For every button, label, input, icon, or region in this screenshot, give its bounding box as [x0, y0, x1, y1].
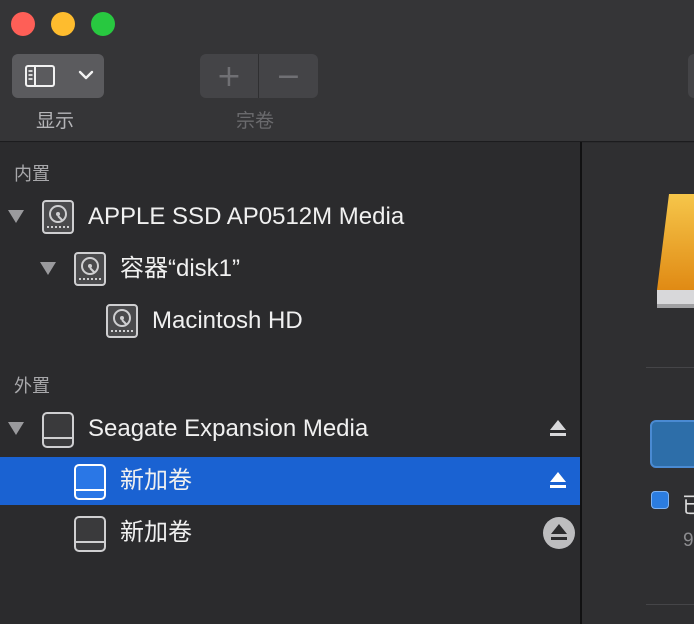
sidebar-item-label: APPLE SSD AP0512M Media: [88, 203, 405, 230]
sidebar-item-seagate[interactable]: Seagate Expansion Media: [0, 405, 580, 453]
minus-icon: −: [275, 58, 302, 94]
volume-label: 宗卷: [236, 110, 275, 132]
disclosure-triangle-icon[interactable]: [8, 210, 24, 223]
chevron-down-icon: [78, 70, 94, 80]
minimize-window-button[interactable]: [51, 12, 75, 36]
close-window-button[interactable]: [11, 12, 35, 36]
volume-segmented-control: + −: [200, 54, 318, 98]
add-volume-button[interactable]: +: [200, 54, 259, 98]
disclosure-triangle-icon[interactable]: [8, 422, 24, 435]
used-legend-value: 9: [683, 530, 694, 551]
sidebar-item-label: 新加卷: [120, 519, 192, 546]
internal-disk-icon: [74, 252, 106, 286]
eject-icon[interactable]: [548, 470, 568, 490]
external-disk-icon: [42, 412, 74, 448]
eject-circle-icon[interactable]: [542, 516, 576, 550]
internal-disk-icon: [106, 304, 138, 338]
sidebar-item-label: Seagate Expansion Media: [88, 415, 369, 442]
sidebar-item-label: 新加卷: [120, 467, 192, 494]
toolbar: 显示 + − 宗卷: [0, 0, 694, 142]
internal-section-header: 内置: [14, 164, 50, 185]
sidebar-item-label: 容器“disk1”: [120, 255, 241, 282]
external-section-header: 外置: [14, 376, 50, 397]
separator: [646, 367, 694, 368]
zoom-window-button[interactable]: [91, 12, 115, 36]
sidebar-item-label: Macintosh HD: [152, 307, 303, 334]
sidebar-item-volume-selected[interactable]: 新加卷: [0, 457, 580, 505]
display-label: 显示: [36, 110, 75, 132]
usage-bar: [650, 420, 694, 468]
used-legend-label: 已: [682, 493, 694, 518]
toolbar-button-partial[interactable]: [688, 54, 694, 98]
sidebar-icon: [25, 65, 55, 87]
sidebar-item-container-disk1[interactable]: 容器“disk1”: [0, 245, 580, 293]
external-disk-icon: [74, 516, 106, 552]
sidebar-item-macintosh-hd[interactable]: Macintosh HD: [0, 297, 580, 345]
external-disk-icon: [74, 464, 106, 500]
sidebar-item-apple-ssd[interactable]: APPLE SSD AP0512M Media: [0, 193, 580, 241]
volume-drive-icon: [657, 194, 694, 308]
sidebar-item-volume[interactable]: 新加卷: [0, 509, 580, 557]
remove-volume-button[interactable]: −: [259, 54, 318, 98]
internal-disk-icon: [42, 200, 74, 234]
separator: [646, 604, 694, 605]
plus-icon: +: [216, 58, 242, 94]
eject-icon[interactable]: [548, 418, 568, 438]
used-legend-swatch: [651, 491, 669, 509]
disclosure-triangle-icon[interactable]: [40, 262, 56, 275]
display-menu-button[interactable]: [12, 54, 104, 98]
